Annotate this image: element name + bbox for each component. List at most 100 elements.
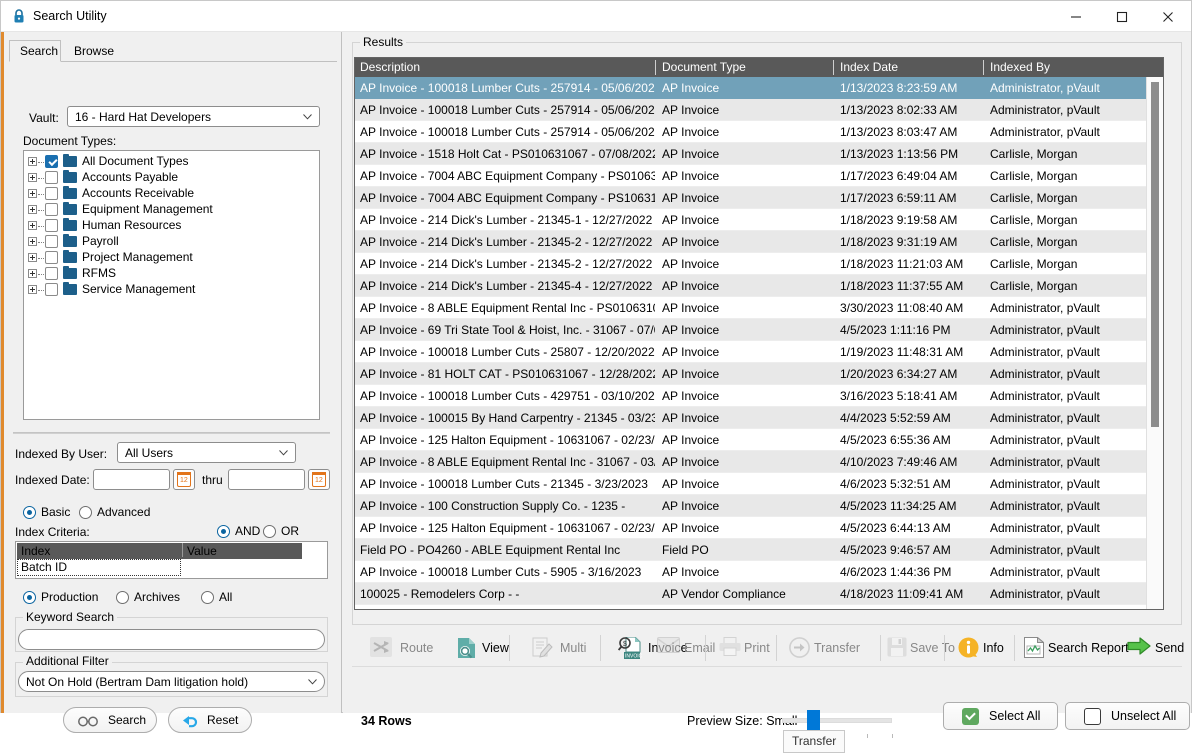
expand-icon[interactable] <box>28 269 37 278</box>
table-row[interactable]: AP Invoice - 100018 Lumber Cuts - 257914… <box>355 77 1147 99</box>
doc-type-checkbox[interactable] <box>45 251 58 264</box>
reset-button[interactable]: Reset <box>168 707 252 733</box>
table-row[interactable]: AP Invoice - 100018 Lumber Cuts - 429751… <box>355 385 1147 407</box>
expand-icon[interactable] <box>28 237 37 246</box>
table-row[interactable]: 100025 - Remodelers Corp - - AP Vendor Co… <box>355 583 1147 605</box>
indexed-date-label: Indexed Date: <box>15 473 90 487</box>
doc-type-checkbox[interactable] <box>45 283 58 296</box>
table-row[interactable]: AP Invoice - 100018 Lumber Cuts - 25807 … <box>355 341 1147 363</box>
column-divider-1[interactable] <box>655 60 656 75</box>
expand-icon[interactable] <box>28 157 37 166</box>
column-header-document-type[interactable]: Document Type <box>657 58 833 77</box>
table-row[interactable]: AP Invoice - 100018 Lumber Cuts - 257914… <box>355 121 1147 143</box>
table-row[interactable]: AP Invoice - 214 Dick's Lumber - 21345-1… <box>355 209 1147 231</box>
table-row[interactable]: Field PO - PO4260 - ABLE Equipment Renta… <box>355 539 1147 561</box>
doc-type-checkbox[interactable] <box>45 203 58 216</box>
tab-search[interactable]: Search <box>9 40 61 62</box>
cell-index-date: 1/18/2023 11:21:03 AM <box>840 257 964 271</box>
doc-type-checkbox[interactable] <box>45 235 58 248</box>
table-row[interactable]: - Job - Unconditional Final ThroughLien … <box>355 605 1147 609</box>
table-row[interactable]: AP Invoice - 1518 Holt Cat - PS010631067… <box>355 143 1147 165</box>
svg-text:INVOICE: INVOICE <box>625 654 642 660</box>
table-row[interactable]: AP Invoice - 125 Halton Equipment - 1063… <box>355 429 1147 451</box>
doc-type-checkbox[interactable] <box>45 155 58 168</box>
cell-doc-type: AP Invoice <box>662 103 720 117</box>
tree-connector <box>38 162 44 163</box>
cell-description: AP Invoice - 100018 Lumber Cuts - 257914… <box>360 81 655 95</box>
close-button[interactable] <box>1145 1 1191 32</box>
doc-type-node-project-management[interactable]: Project Management <box>24 250 319 266</box>
doc-type-checkbox[interactable] <box>45 267 58 280</box>
vault-label: Vault: <box>29 111 59 125</box>
table-row[interactable]: AP Invoice - 7004 ABC Equipment Company … <box>355 187 1147 209</box>
table-row[interactable]: AP Invoice - 81 HOLT CAT - PS010631067 -… <box>355 363 1147 385</box>
table-row[interactable]: AP Invoice - 214 Dick's Lumber - 21345-2… <box>355 253 1147 275</box>
expand-icon[interactable] <box>28 221 37 230</box>
doc-type-node-equipment-management[interactable]: Equipment Management <box>24 202 319 218</box>
indexed-date-to-input[interactable] <box>228 469 305 490</box>
table-row[interactable]: AP Invoice - 214 Dick's Lumber - 21345-2… <box>355 231 1147 253</box>
expand-icon[interactable] <box>28 253 37 262</box>
results-vertical-scrollbar[interactable] <box>1146 77 1163 609</box>
minimize-button[interactable] <box>1053 1 1099 32</box>
doc-type-checkbox[interactable] <box>45 219 58 232</box>
toolbar-button-transfer[interactable]: Transfer <box>789 630 881 666</box>
expand-icon[interactable] <box>28 189 37 198</box>
expand-icon[interactable] <box>28 173 37 182</box>
doc-type-node-rfms[interactable]: RFMS <box>24 266 319 282</box>
toolbar-button-info[interactable]: Info <box>958 630 1022 666</box>
doc-type-node-all-document-types[interactable]: All Document Types <box>24 154 319 170</box>
table-row[interactable]: AP Invoice - 125 Halton Equipment - 1063… <box>355 517 1147 539</box>
vault-select[interactable]: 16 - Hard Hat Developers <box>67 106 320 127</box>
toolbar-button-view[interactable]: View <box>456 630 528 666</box>
preview-size-slider-thumb[interactable] <box>807 710 820 730</box>
tab-browse[interactable]: Browse <box>63 40 119 62</box>
indexed-date-from-calendar-button[interactable]: 12 <box>173 469 195 490</box>
doc-type-node-service-management[interactable]: Service Management <box>24 282 319 298</box>
unselect-all-button[interactable]: Unselect All <box>1065 702 1190 730</box>
table-row[interactable]: AP Invoice - 100018 Lumber Cuts - 21345 … <box>355 473 1147 495</box>
table-row[interactable]: AP Invoice - 100 Construction Supply Co.… <box>355 495 1147 517</box>
table-row[interactable]: AP Invoice - 100015 By Hand Carpentry - … <box>355 407 1147 429</box>
expand-icon[interactable] <box>28 205 37 214</box>
doc-type-node-accounts-payable[interactable]: Accounts Payable <box>24 170 319 186</box>
column-header-indexed-by[interactable]: Indexed By <box>985 58 1147 77</box>
table-row[interactable]: AP Invoice - 69 Tri State Tool & Hoist, … <box>355 319 1147 341</box>
cell-indexed-by: Administrator, pVault <box>990 345 1100 359</box>
table-row[interactable]: AP Invoice - 8 ABLE Equipment Rental Inc… <box>355 297 1147 319</box>
indexed-date-to-calendar-button[interactable]: 12 <box>308 469 330 490</box>
toolbar-divider <box>776 635 777 661</box>
toolbar-button-route[interactable]: Route <box>370 630 452 666</box>
toolbar-divider <box>509 635 510 661</box>
doc-type-checkbox[interactable] <box>45 171 58 184</box>
search-button[interactable]: Search <box>63 707 157 733</box>
table-row[interactable]: AP Invoice - 8 ABLE Equipment Rental Inc… <box>355 451 1147 473</box>
indexed-date-from-input[interactable] <box>93 469 170 490</box>
column-divider-2[interactable] <box>833 60 834 75</box>
table-row[interactable]: AP Invoice - 100018 Lumber Cuts - 257914… <box>355 99 1147 121</box>
keyword-search-input[interactable] <box>18 629 325 650</box>
expand-icon[interactable] <box>28 285 37 294</box>
doc-type-node-payroll[interactable]: Payroll <box>24 234 319 250</box>
index-criteria-grid[interactable]: Index Value Batch ID <box>15 541 328 579</box>
results-grid[interactable]: Description Document Type Index Date Ind… <box>354 57 1164 610</box>
scrollbar-thumb[interactable] <box>1151 82 1159 427</box>
select-all-button[interactable]: Select All <box>943 702 1058 730</box>
column-header-description[interactable]: Description <box>355 58 655 77</box>
table-row[interactable]: AP Invoice - 100018 Lumber Cuts - 5905 -… <box>355 561 1147 583</box>
document-types-tree[interactable]: All Document Types Accounts Payable Accoun… <box>23 150 320 420</box>
doc-type-node-human-resources[interactable]: Human Resources <box>24 218 319 234</box>
toolbar-button-print[interactable]: Print <box>719 630 789 666</box>
toolbar-button-multi[interactable]: Multi <box>532 630 606 666</box>
table-row[interactable]: AP Invoice - 7004 ABC Equipment Company … <box>355 165 1147 187</box>
column-header-index-date[interactable]: Index Date <box>835 58 983 77</box>
doc-type-checkbox[interactable] <box>45 187 58 200</box>
column-divider-3[interactable] <box>983 60 984 75</box>
doc-type-node-accounts-receivable[interactable]: Accounts Receivable <box>24 186 319 202</box>
table-row[interactable]: AP Invoice - 214 Dick's Lumber - 21345-4… <box>355 275 1147 297</box>
preview-size-slider[interactable] <box>782 718 892 723</box>
maximize-button[interactable] <box>1099 1 1145 32</box>
indexed-by-user-select[interactable]: All Users <box>117 442 296 463</box>
toolbar-button-send[interactable]: Send <box>1127 630 1185 666</box>
additional-filter-select[interactable]: Not On Hold (Bertram Dam litigation hold… <box>18 671 325 692</box>
